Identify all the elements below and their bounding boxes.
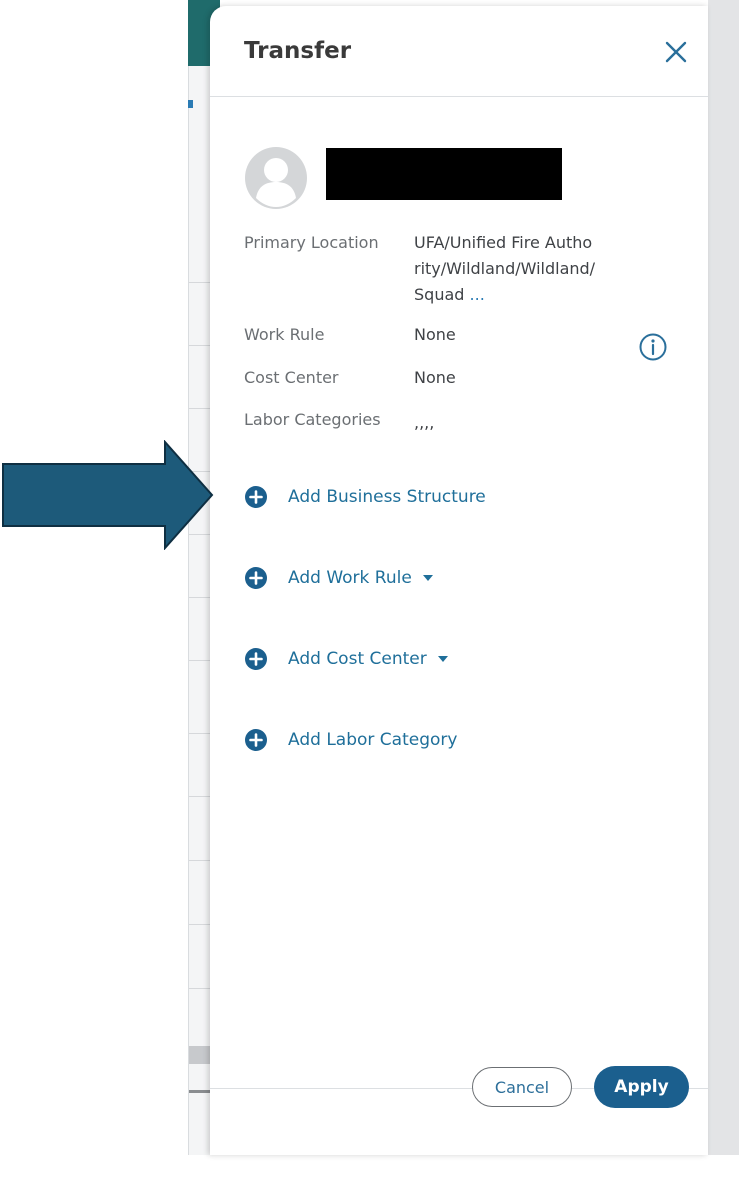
add-labor-category-button[interactable]: Add Labor Category — [244, 726, 457, 754]
employee-name-redacted — [326, 148, 562, 200]
background-nav-caret — [188, 100, 193, 108]
add-circle-icon — [245, 486, 267, 508]
avatar — [244, 146, 308, 210]
labor-categories-label: Labor Categories — [244, 410, 381, 429]
add-cost-center-button[interactable]: Add Cost Center — [244, 645, 449, 673]
apply-button[interactable]: Apply — [594, 1066, 689, 1108]
primary-location-line: Squad ... — [414, 282, 634, 308]
user-avatar-icon — [245, 147, 307, 209]
cost-center-label: Cost Center — [244, 368, 339, 387]
chevron-down-icon — [437, 656, 448, 662]
screen: Transfer Primary Location UFA/Unified Fi… — [0, 0, 739, 1183]
work-rule-value: None — [414, 325, 456, 344]
transfer-panel: Transfer Primary Location UFA/Unified Fi… — [210, 6, 708, 1155]
cost-center-value: None — [414, 368, 456, 387]
info-icon — [639, 333, 667, 361]
primary-location-line: UFA/Unified Fire Autho — [414, 233, 593, 252]
info-button[interactable] — [638, 332, 668, 362]
panel-header: Transfer — [210, 6, 708, 97]
close-button[interactable] — [662, 38, 690, 66]
add-action-label: Add Labor Category — [288, 730, 458, 750]
add-action-label: Add Business Structure — [288, 487, 486, 507]
add-work-rule-button[interactable]: Add Work Rule — [244, 564, 434, 592]
add-circle-icon — [245, 567, 267, 589]
add-circle-icon — [245, 648, 267, 670]
add-business-structure-button[interactable]: Add Business Structure — [244, 483, 486, 511]
primary-location-line: rity/Wildland/Wildland/ — [414, 259, 596, 278]
right-gutter — [708, 0, 739, 1155]
callout-arrow-icon — [2, 440, 214, 550]
primary-location-more-link[interactable]: ... — [470, 285, 485, 304]
chevron-down-icon — [422, 575, 433, 581]
primary-location-line-text: Squad — [414, 285, 465, 304]
panel-title: Transfer — [244, 38, 352, 64]
cancel-button[interactable]: Cancel — [472, 1067, 572, 1107]
work-rule-label: Work Rule — [244, 325, 325, 344]
close-icon — [665, 41, 687, 63]
primary-location-label: Primary Location — [244, 233, 379, 252]
add-action-label: Add Cost Center — [288, 649, 427, 669]
add-action-label: Add Work Rule — [288, 568, 412, 588]
primary-location-value: UFA/Unified Fire Autho rity/Wildland/Wil… — [414, 230, 634, 308]
labor-categories-value: ,,,, — [414, 413, 435, 432]
add-circle-icon — [245, 729, 267, 751]
